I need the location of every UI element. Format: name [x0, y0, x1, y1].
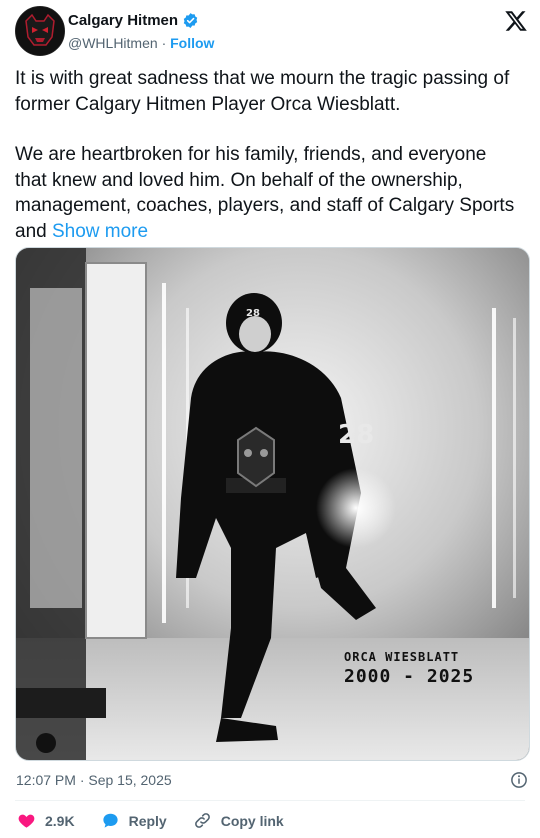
- memorial-caption: ORCA WIESBLATT 2000 - 2025: [344, 650, 474, 687]
- tweet-actions: 2.9K Reply Copy link: [17, 811, 310, 830]
- verified-badge-icon: [183, 13, 198, 28]
- memorial-years: 2000 - 2025: [344, 666, 475, 687]
- jersey-number: 28: [338, 420, 374, 450]
- copy-link-label: Copy link: [220, 812, 284, 829]
- tweet-paragraph-1: It is with great sadness that we mourn t…: [15, 68, 510, 115]
- follow-button[interactable]: Follow: [170, 35, 214, 51]
- author-name-row: Calgary Hitmen: [68, 12, 199, 29]
- author-handle[interactable]: @WHLHitmen: [68, 35, 158, 51]
- x-logo-icon[interactable]: [504, 9, 528, 33]
- link-icon: [194, 813, 210, 828]
- helmet-number: 28: [246, 308, 260, 319]
- like-button[interactable]: 2.9K: [17, 811, 75, 830]
- hitmen-logo-icon: [16, 7, 64, 55]
- tweet-paragraph-2: We are heartbroken for his family, frien…: [15, 142, 520, 244]
- show-more-link[interactable]: Show more: [52, 221, 148, 242]
- handle-separator: ·: [161, 35, 167, 51]
- tweet-media-image[interactable]: 28 28 ORCA WIESBLATT 2000 - 2025: [15, 247, 530, 761]
- author-handle-row: @WHLHitmen · Follow: [68, 35, 214, 51]
- like-count: 2.9K: [45, 812, 75, 829]
- author-avatar[interactable]: [15, 6, 65, 56]
- author-name[interactable]: Calgary Hitmen: [68, 12, 178, 29]
- heart-icon: [18, 814, 35, 828]
- reply-icon: [102, 813, 118, 828]
- memorial-name: ORCA WIESBLATT: [344, 650, 460, 664]
- copy-link-button[interactable]: Copy link: [193, 811, 284, 830]
- tweet-card: Calgary Hitmen @WHLHitmen · Follow It is…: [0, 0, 540, 838]
- tweet-text: It is with great sadness that we mourn t…: [15, 66, 520, 244]
- reply-label: Reply: [128, 812, 167, 829]
- tweet-timestamp[interactable]: 12:07 PM · Sep 15, 2025: [16, 772, 172, 788]
- reply-button[interactable]: Reply: [101, 811, 167, 830]
- info-icon[interactable]: [510, 771, 528, 789]
- action-divider: [15, 800, 525, 801]
